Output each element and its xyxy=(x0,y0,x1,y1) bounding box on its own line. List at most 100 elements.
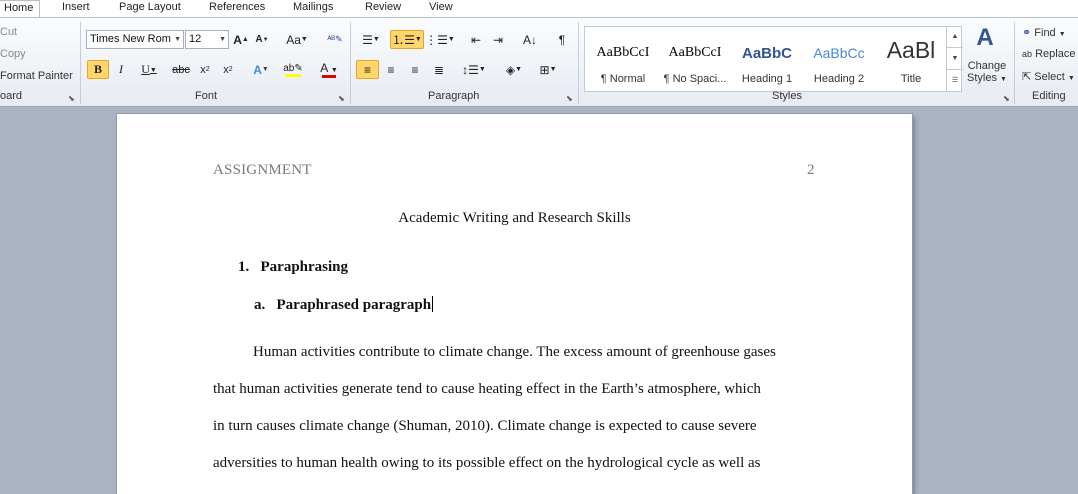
paragraph-group-label: Paragraph xyxy=(428,90,480,102)
chevron-up-icon[interactable]: ▲ xyxy=(947,26,963,47)
styles-launcher-icon[interactable]: ⬊ xyxy=(1003,94,1010,103)
tab-home[interactable]: Home xyxy=(0,0,41,17)
style-name: Heading 1 xyxy=(741,73,793,85)
grow-font-icon[interactable]: A ▲ xyxy=(232,30,250,49)
replace-button[interactable]: ab Replace xyxy=(1022,48,1075,60)
format-painter-button[interactable]: Format Painter xyxy=(0,70,73,82)
paragraph-line: that human activities generate tend to c… xyxy=(213,381,761,397)
underline-icon[interactable]: U ▼ xyxy=(136,60,162,79)
sort-icon[interactable]: A↓ xyxy=(518,30,542,49)
style-sample: AaBbCc xyxy=(813,45,865,61)
document-page[interactable]: ASSIGNMENT 2 Academic Writing and Resear… xyxy=(117,114,912,494)
styles-gallery: AaBbCcI ¶ Normal AaBbCcI ¶ No Spaci... A… xyxy=(584,26,962,92)
binoculars-icon: ⚭ xyxy=(1022,27,1032,39)
list-item: 1. Paraphrasing xyxy=(238,259,348,276)
document-title: Academic Writing and Research Skills xyxy=(398,210,631,226)
styles-group-label: Styles xyxy=(772,90,802,102)
cut-button[interactable]: Cut xyxy=(0,26,17,38)
chevron-down-icon: ▼ xyxy=(174,36,181,43)
tab-page-layout[interactable]: Page Layout xyxy=(119,0,181,16)
find-label: Find xyxy=(1034,27,1056,39)
align-center-icon[interactable]: ≡ xyxy=(380,60,402,79)
style-name: Heading 2 xyxy=(813,73,865,85)
group-divider xyxy=(1014,22,1015,104)
decrease-indent-icon[interactable]: ⇤ xyxy=(466,30,486,49)
italic-icon[interactable]: I xyxy=(112,60,130,79)
style-sample: AaBbCcI xyxy=(596,45,650,60)
paragraph-line: in turn causes climate change (Shuman, 2… xyxy=(213,418,757,434)
change-styles-icon[interactable]: A xyxy=(972,24,998,52)
clipboard-launcher-icon[interactable]: ⬊ xyxy=(68,94,75,103)
style-title[interactable]: AaBl Title xyxy=(875,27,947,91)
style-heading-2[interactable]: AaBbCc Heading 2 xyxy=(803,27,875,91)
list-text: Paraphrasing xyxy=(260,259,349,275)
strikethrough-icon[interactable]: abc xyxy=(170,60,192,79)
font-color-icon[interactable]: A ▼ xyxy=(315,60,343,79)
show-formatting-icon[interactable]: ¶ xyxy=(552,30,572,49)
paragraph-launcher-icon[interactable]: ⬊ xyxy=(566,94,573,103)
superscript-icon[interactable]: x2 xyxy=(218,60,238,79)
font-launcher-icon[interactable]: ⬊ xyxy=(338,94,345,103)
align-right-icon[interactable]: ≡ xyxy=(404,60,426,79)
gallery-more-icon[interactable]: ☰ xyxy=(947,69,963,91)
bullets-icon[interactable]: ☰ ▼ xyxy=(357,30,385,49)
select-button[interactable]: ⇱ Select ▼ xyxy=(1022,70,1075,83)
tab-review[interactable]: Review xyxy=(365,0,401,16)
change-case-icon[interactable]: Aa ▼ xyxy=(284,30,310,49)
style-name: ¶ Normal xyxy=(600,73,646,85)
replace-label: Replace xyxy=(1035,48,1076,60)
change-styles-button[interactable]: Change Styles ▼ xyxy=(966,60,1008,86)
style-heading-1[interactable]: AaBbC Heading 1 xyxy=(731,27,803,91)
list-item: a. Paraphrased paragraph xyxy=(254,296,434,314)
align-left-icon[interactable]: ≡ xyxy=(356,60,379,79)
styles-gallery-scroll[interactable]: ▲ ▼ ☰ xyxy=(946,26,963,92)
style-sample: AaBbC xyxy=(741,45,792,62)
page-number: 2 xyxy=(807,162,815,178)
list-letter: a. xyxy=(254,297,266,313)
bold-icon[interactable]: B xyxy=(87,60,109,79)
subscript-icon[interactable]: x2 xyxy=(195,60,215,79)
tab-insert[interactable]: Insert xyxy=(62,0,90,16)
text-effects-icon[interactable]: A ▼ xyxy=(250,60,272,79)
font-group-label: Font xyxy=(195,90,218,102)
chevron-down-icon: ▼ xyxy=(219,36,226,43)
list-number: 1. xyxy=(238,259,250,275)
replace-icon: ab xyxy=(1022,49,1033,59)
borders-icon[interactable]: ⊞ ▼ xyxy=(534,60,562,79)
tab-view[interactable]: View xyxy=(429,0,453,16)
justify-icon[interactable]: ≣ xyxy=(428,60,450,79)
running-header: ASSIGNMENT xyxy=(213,162,312,178)
ribbon-tabs: Home Insert Page Layout References Maili… xyxy=(0,0,1078,17)
highlight-icon[interactable]: ab✎ xyxy=(280,60,306,79)
paragraph-line: Human activities contribute to climate c… xyxy=(253,344,776,360)
font-name-combo[interactable]: Times New Rom ▼ xyxy=(86,30,184,49)
style-name: Title xyxy=(900,73,922,85)
list-text: Paraphrased paragraph xyxy=(276,297,432,313)
increase-indent-icon[interactable]: ⇥ xyxy=(488,30,508,49)
style-no-spacing[interactable]: AaBbCcI ¶ No Spaci... xyxy=(659,27,731,91)
font-name-value: Times New Rom xyxy=(90,33,171,45)
style-name: ¶ No Spaci... xyxy=(663,73,727,85)
select-label: Select xyxy=(1034,71,1065,83)
tab-references[interactable]: References xyxy=(209,0,265,16)
find-button[interactable]: ⚭ Find ▼ xyxy=(1022,26,1066,39)
copy-button[interactable]: Copy xyxy=(0,48,26,60)
multilevel-list-icon[interactable]: ⋮☰ ▼ xyxy=(425,30,455,49)
style-normal[interactable]: AaBbCcI ¶ Normal xyxy=(587,27,659,91)
numbering-icon[interactable]: ⒈☰ ▼ xyxy=(390,30,424,49)
shading-icon[interactable]: ◈ ▼ xyxy=(500,60,528,79)
font-size-value: 12 xyxy=(189,33,202,45)
editing-group-label: Editing xyxy=(1032,90,1066,102)
chevron-down-icon[interactable]: ▼ xyxy=(947,47,963,69)
text-cursor xyxy=(432,296,434,312)
group-divider xyxy=(578,22,579,104)
group-divider xyxy=(350,22,351,104)
clipboard-group-label: oard xyxy=(0,90,23,102)
font-size-combo[interactable]: 12 ▼ xyxy=(185,30,229,49)
group-divider xyxy=(80,22,81,104)
clear-formatting-icon[interactable]: ᴬᴮ✎ xyxy=(325,30,345,49)
tab-mailings[interactable]: Mailings xyxy=(293,0,333,16)
shrink-font-icon[interactable]: A ▼ xyxy=(253,30,271,49)
ribbon: Cut Copy Format Painter oard ⬊ Times New… xyxy=(0,17,1078,107)
line-spacing-icon[interactable]: ↕☰ ▼ xyxy=(460,60,488,79)
